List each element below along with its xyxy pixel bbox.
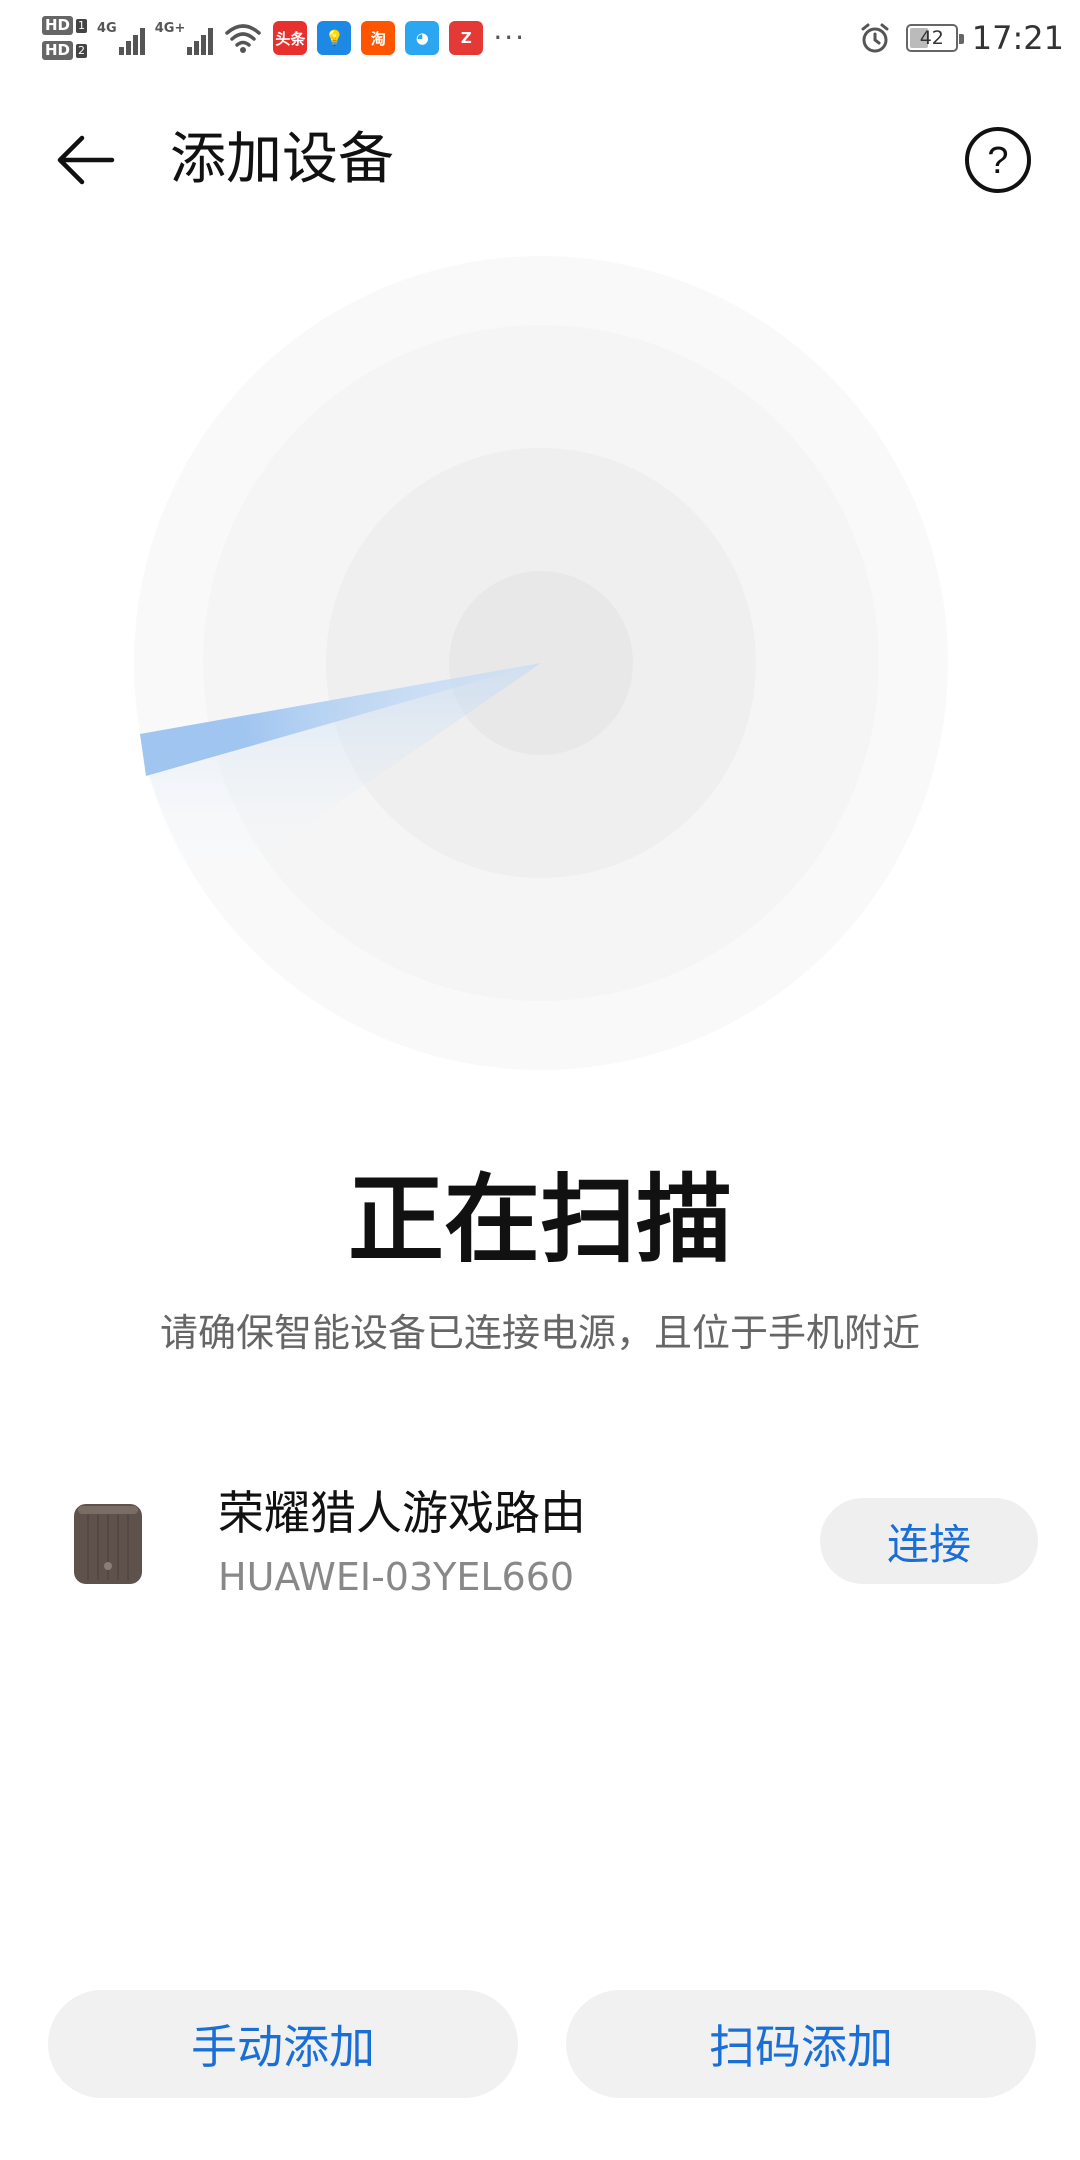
- connect-button[interactable]: 连接: [820, 1498, 1038, 1584]
- hd-indicator-2: HD 2: [42, 41, 88, 60]
- toutiao-icon: 头条: [273, 21, 308, 55]
- qq-icon: ◕: [405, 21, 440, 55]
- signal-bar: [194, 41, 200, 55]
- svg-text:?: ?: [987, 140, 1008, 182]
- alarm-clock-icon: [861, 23, 889, 53]
- scanning-hint: 请确保智能设备已连接电源，且位于手机附近: [159, 1311, 920, 1355]
- scan-code-add-button[interactable]: 扫码添加: [566, 1990, 1036, 2098]
- battery-icon: 42: [905, 24, 964, 52]
- router-device-icon: [74, 1504, 142, 1584]
- device-identifier: HUAWEI-03YEL660: [218, 1555, 575, 1599]
- help-button[interactable]: ?: [960, 122, 1036, 198]
- screen: HD 1 HD 2 4G 4G+ 头条 💡 淘 ◕ Z ··· 42 17:21…: [0, 0, 1080, 2160]
- sim-number: 1: [76, 18, 88, 33]
- page-title: 添加设备: [170, 127, 394, 192]
- signal-bar: [208, 28, 214, 55]
- title-bar: 添加设备 ?: [0, 110, 1080, 210]
- status-right: 42 17:21: [858, 10, 1064, 66]
- hd-indicators: HD 1 HD 2: [42, 16, 88, 60]
- signal-bar: [132, 35, 138, 55]
- network-type-label: 4G+: [154, 21, 186, 36]
- radar-scan-animation: [134, 256, 948, 1070]
- notification-app-icons: 头条 💡 淘 ◕ Z: [273, 21, 484, 55]
- status-left: HD 1 HD 2 4G 4G+ 头条 💡 淘 ◕ Z ···: [42, 6, 526, 70]
- signal-1: 4G: [97, 21, 145, 55]
- app-icon: Z: [449, 21, 484, 55]
- device-name: 荣耀猎人游戏路由: [218, 1486, 586, 1540]
- help-question-icon: ?: [965, 127, 1031, 193]
- taobao-icon: 淘: [361, 21, 396, 55]
- bulb-icon: 💡: [317, 21, 352, 55]
- signal-bar: [187, 47, 193, 55]
- signal-bar: [201, 35, 207, 55]
- hd-label: HD: [42, 16, 74, 35]
- wifi-icon: [225, 24, 262, 53]
- clock-time: 17:21: [971, 19, 1064, 57]
- back-arrow-icon: [57, 135, 115, 185]
- signal-bar: [139, 28, 145, 55]
- hd-label: HD: [42, 41, 74, 60]
- signal-bar: [125, 41, 131, 55]
- battery-level: 42: [919, 27, 944, 49]
- status-bar: HD 1 HD 2 4G 4G+ 头条 💡 淘 ◕ Z ··· 42 17:21: [0, 0, 1080, 80]
- more-notifications-icon: ···: [493, 21, 527, 54]
- sim-number: 2: [76, 43, 88, 58]
- scanning-title: 正在扫描: [348, 1164, 732, 1276]
- found-device-item[interactable]: 荣耀猎人游戏路由 HUAWEI-03YEL660 连接: [0, 1460, 1080, 1640]
- signal-2: 4G+: [155, 21, 214, 55]
- signal-bar: [118, 47, 124, 55]
- manual-add-button[interactable]: 手动添加: [48, 1990, 518, 2098]
- network-type-label: 4G: [97, 21, 117, 36]
- back-button[interactable]: [48, 122, 124, 198]
- hd-indicator-1: HD 1: [42, 16, 88, 35]
